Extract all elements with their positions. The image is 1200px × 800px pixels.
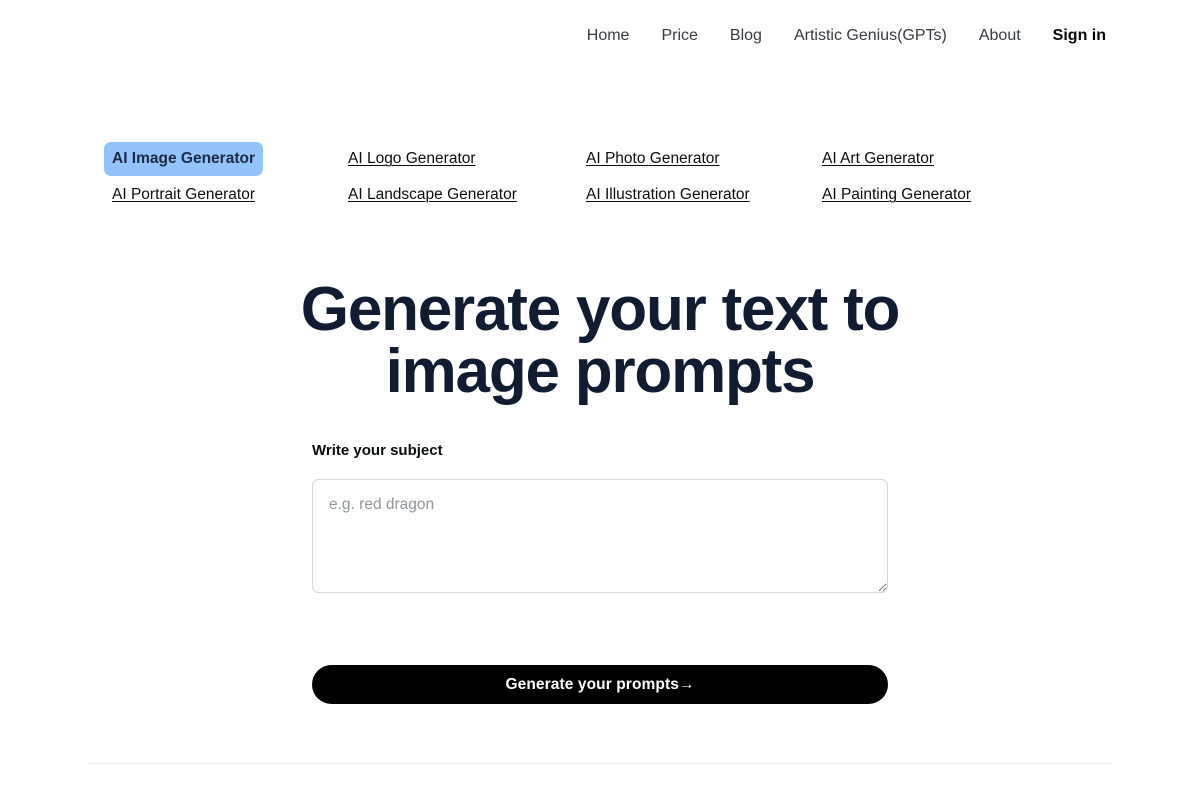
generator-link-ai-image-generator[interactable]: AI Image Generator bbox=[104, 142, 263, 176]
generator-link-ai-painting-generator[interactable]: AI Painting Generator bbox=[814, 187, 979, 203]
nav-item-about[interactable]: About bbox=[979, 28, 1021, 44]
nav-item-price[interactable]: Price bbox=[661, 28, 697, 44]
nav-item-home[interactable]: Home bbox=[587, 28, 630, 44]
nav-item-sign-in[interactable]: Sign in bbox=[1053, 28, 1106, 44]
generator-link-ai-art-generator[interactable]: AI Art Generator bbox=[814, 151, 942, 167]
generator-cell-ai-image: AI Image Generator bbox=[104, 141, 340, 177]
nav-item-blog[interactable]: Blog bbox=[730, 28, 762, 44]
generator-link-ai-portrait-generator[interactable]: AI Portrait Generator bbox=[104, 187, 263, 203]
generator-links-grid: AI Image Generator AI Logo Generator AI … bbox=[104, 141, 1104, 213]
generator-link-ai-photo-generator[interactable]: AI Photo Generator bbox=[578, 151, 728, 167]
nav-item-artistic-genius-gpts[interactable]: Artistic Genius(GPTs) bbox=[794, 28, 947, 44]
generator-link-ai-logo-generator[interactable]: AI Logo Generator bbox=[340, 151, 484, 167]
generator-cell-ai-art: AI Art Generator bbox=[814, 141, 1050, 177]
generator-cell-ai-illustration: AI Illustration Generator bbox=[578, 177, 814, 213]
generator-cell-ai-painting: AI Painting Generator bbox=[814, 177, 1050, 213]
generate-prompts-button[interactable]: Generate your prompts→ bbox=[312, 665, 888, 704]
generator-link-ai-illustration-generator[interactable]: AI Illustration Generator bbox=[578, 187, 758, 203]
subject-input[interactable] bbox=[312, 479, 888, 593]
nav-list: Home Price Blog Artistic Genius(GPTs) Ab… bbox=[587, 28, 1106, 44]
footer-divider bbox=[88, 763, 1112, 764]
generator-cell-ai-landscape: AI Landscape Generator bbox=[340, 177, 578, 213]
top-navigation: Home Price Blog Artistic Genius(GPTs) Ab… bbox=[0, 0, 1200, 72]
generator-cell-ai-portrait: AI Portrait Generator bbox=[104, 177, 340, 213]
generator-cell-ai-photo: AI Photo Generator bbox=[578, 141, 814, 177]
generator-link-ai-landscape-generator[interactable]: AI Landscape Generator bbox=[340, 187, 525, 203]
subject-field-label: Write your subject bbox=[312, 442, 443, 459]
page-title: Generate your text to image prompts bbox=[300, 275, 901, 406]
prompt-form: Write your subject bbox=[312, 443, 888, 593]
generator-cell-ai-logo: AI Logo Generator bbox=[340, 141, 578, 177]
